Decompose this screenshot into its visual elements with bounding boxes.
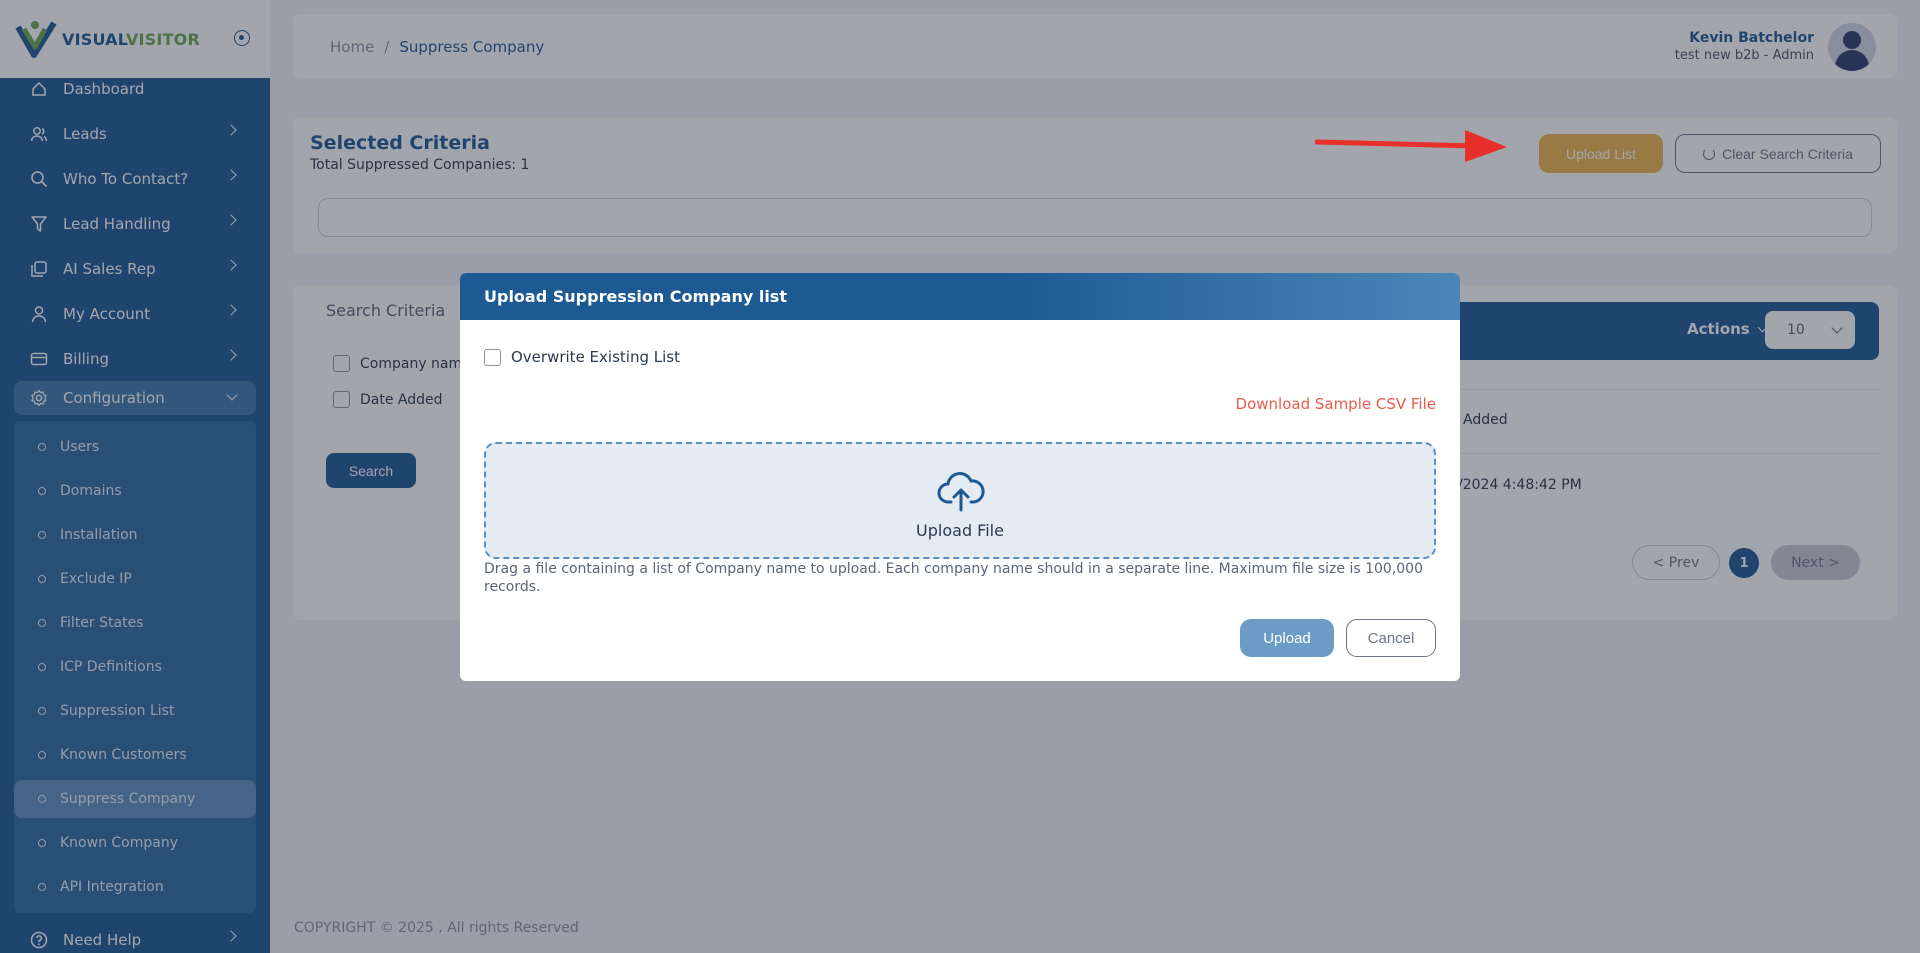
upload-suppression-modal: Upload Suppression Company list Overwrit…	[460, 273, 1460, 681]
cancel-button[interactable]: Cancel	[1346, 619, 1436, 657]
upload-file-label: Upload File	[916, 521, 1004, 540]
upload-hint: Drag a file containing a list of Company…	[484, 561, 1423, 595]
overwrite-label: Overwrite Existing List	[511, 348, 680, 366]
overwrite-existing-option[interactable]: Overwrite Existing List	[484, 348, 680, 366]
download-sample-csv-link[interactable]: Download Sample CSV File	[1236, 395, 1436, 413]
overwrite-checkbox[interactable]	[484, 348, 501, 366]
modal-title: Upload Suppression Company list	[460, 273, 1460, 320]
file-dropzone[interactable]: Upload File	[484, 442, 1436, 559]
cloud-upload-icon	[937, 472, 985, 516]
annotation-arrow-icon	[1315, 130, 1507, 162]
upload-button[interactable]: Upload	[1240, 619, 1334, 657]
